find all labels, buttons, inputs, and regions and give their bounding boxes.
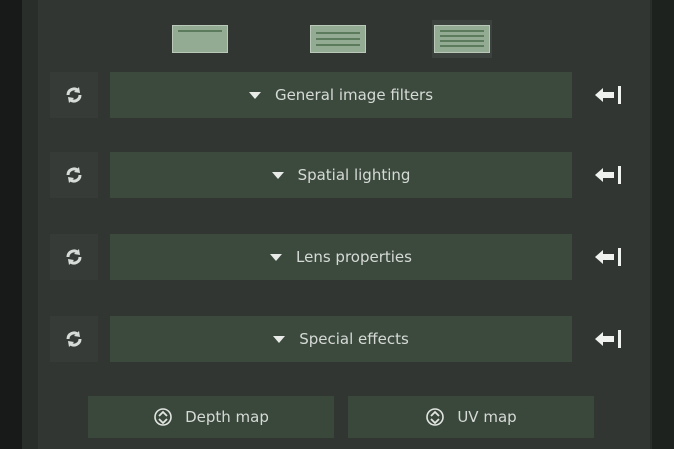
arrow-to-edge-icon	[595, 166, 621, 184]
arrow-to-edge-icon	[595, 86, 621, 104]
section-spatial-lighting[interactable]: Spatial lighting	[110, 152, 572, 198]
reset-button[interactable]	[50, 234, 98, 280]
reset-cycle-icon	[66, 167, 82, 183]
layout-multi-button[interactable]	[432, 20, 492, 58]
reset-button[interactable]	[50, 72, 98, 118]
eye-icon	[153, 407, 173, 427]
section-label: Special effects	[299, 330, 409, 348]
section-lens-properties[interactable]: Lens properties	[110, 234, 572, 280]
eye-icon	[425, 407, 445, 427]
depth-map-label: Depth map	[185, 408, 269, 426]
reset-button[interactable]	[50, 152, 98, 198]
section-general-image-filters[interactable]: General image filters	[110, 72, 572, 118]
arrow-to-edge-icon	[595, 248, 621, 266]
reset-cycle-icon	[66, 87, 82, 103]
uv-map-label: UV map	[457, 408, 517, 426]
dock-button[interactable]	[578, 72, 638, 118]
layout-double-button[interactable]	[308, 20, 368, 58]
dock-button[interactable]	[578, 316, 638, 362]
effects-panel: General image filters Spatial lighting L…	[0, 0, 674, 449]
triangle-down-icon	[248, 91, 261, 99]
dock-button[interactable]	[578, 152, 638, 198]
reset-cycle-icon	[66, 249, 82, 265]
reset-button[interactable]	[50, 316, 98, 362]
reset-cycle-icon	[66, 331, 82, 347]
layout-single-button[interactable]	[170, 20, 230, 58]
double-row-layout-icon	[310, 25, 366, 53]
section-special-effects[interactable]: Special effects	[110, 316, 572, 362]
dock-button[interactable]	[578, 234, 638, 280]
section-label: General image filters	[274, 86, 434, 104]
depth-map-button[interactable]: Depth map	[88, 396, 334, 438]
section-label: Spatial lighting	[297, 166, 411, 184]
triangle-down-icon	[270, 253, 283, 261]
section-label: Lens properties	[296, 248, 412, 266]
arrow-to-edge-icon	[595, 330, 621, 348]
panel-content	[38, 0, 650, 449]
multi-row-layout-icon	[434, 25, 490, 53]
uv-map-button[interactable]: UV map	[348, 396, 594, 438]
left-edge-strip	[0, 0, 22, 449]
triangle-down-icon	[273, 335, 286, 343]
right-edge-strip	[652, 0, 674, 449]
single-row-layout-icon	[172, 25, 228, 53]
triangle-down-icon	[271, 171, 284, 179]
